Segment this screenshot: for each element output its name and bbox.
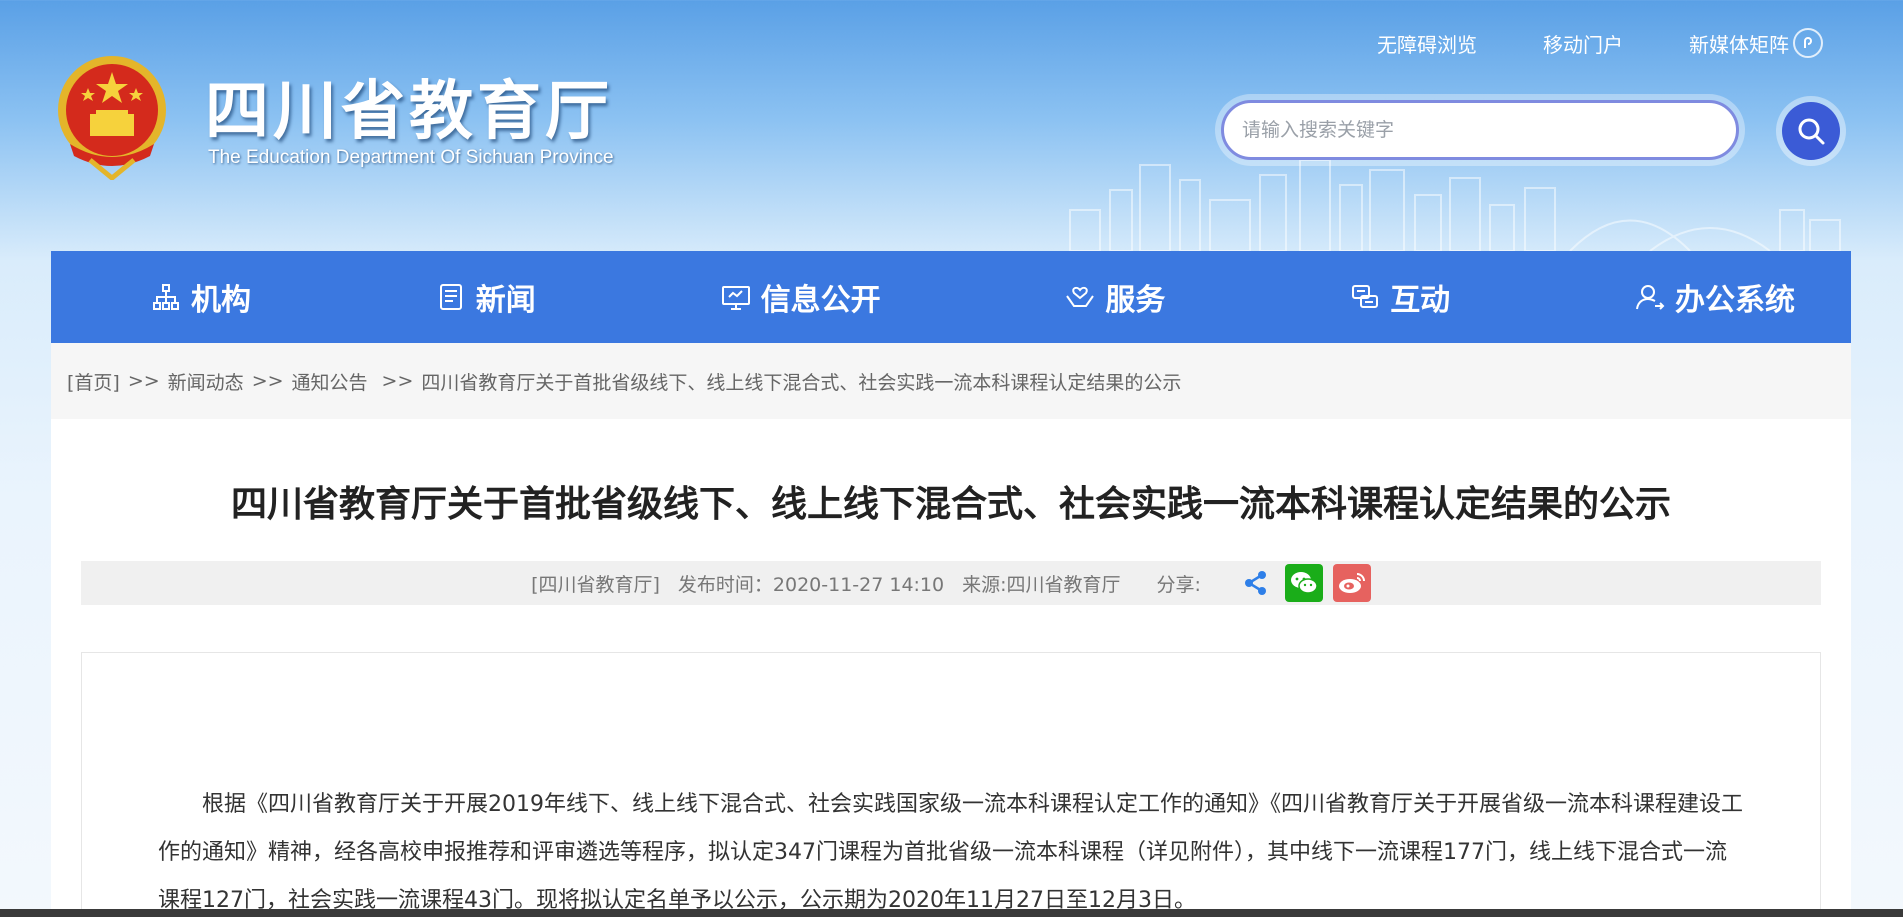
nav-item-label: 信息公开 bbox=[760, 283, 881, 318]
meta-source: 来源:四川省教育厅 bbox=[962, 573, 1121, 596]
content-panel: [首页] >> 新闻动态 >> 通知公告 >> 四川省教育厅关于首批省级线下、线… bbox=[51, 343, 1851, 917]
top-links: 无障碍浏览 移动门户 新媒体矩阵 bbox=[1377, 28, 1823, 58]
national-emblem-logo bbox=[58, 56, 166, 180]
nav-item-institutions[interactable]: 机构 bbox=[151, 275, 251, 319]
nav-item-office-system[interactable]: 办公系统 bbox=[1635, 275, 1795, 319]
window-bottom-edge bbox=[0, 909, 1903, 917]
meta-publish-time: 发布时间：2020-11-27 14:10 bbox=[677, 573, 945, 596]
breadcrumb-home[interactable]: [首页] bbox=[67, 368, 120, 395]
new-media-label: 新媒体矩阵 bbox=[1689, 32, 1789, 57]
new-media-link[interactable]: 新媒体矩阵 bbox=[1689, 28, 1823, 58]
search-button[interactable] bbox=[1776, 96, 1846, 166]
chat-icon bbox=[1352, 285, 1379, 308]
share-button[interactable] bbox=[1237, 564, 1275, 602]
search-input[interactable] bbox=[1221, 100, 1739, 160]
main-nav: 机构 新闻 信息公开 服务 互动 办公系统 bbox=[51, 251, 1851, 343]
meta-department: [四川省教育厅] bbox=[531, 573, 660, 596]
hands-icon bbox=[1066, 286, 1095, 307]
search-button-inner bbox=[1782, 102, 1840, 160]
share-icons bbox=[1237, 564, 1371, 602]
nav-item-services[interactable]: 服务 bbox=[1065, 275, 1165, 319]
nav-item-label: 新闻 bbox=[475, 283, 536, 318]
search-box bbox=[1215, 94, 1745, 166]
nav-item-label: 机构 bbox=[191, 283, 251, 318]
monitor-icon bbox=[721, 286, 750, 310]
nav-item-info-disclosure[interactable]: 信息公开 bbox=[721, 275, 881, 319]
site-title: 四川省教育厅 bbox=[205, 75, 613, 149]
mobile-portal-link[interactable]: 移动门户 bbox=[1543, 29, 1623, 58]
nav-item-label: 服务 bbox=[1105, 283, 1166, 318]
wechat-icon bbox=[1290, 572, 1318, 594]
nav-item-label: 互动 bbox=[1390, 283, 1451, 318]
breadcrumb: [首页] >> 新闻动态 >> 通知公告 >> 四川省教育厅关于首批省级线下、线… bbox=[51, 343, 1851, 419]
search-icon bbox=[1798, 118, 1825, 145]
breadcrumb-news[interactable]: 新闻动态 bbox=[168, 368, 244, 395]
breadcrumb-notices[interactable]: 通知公告 bbox=[292, 368, 368, 395]
org-chart-icon bbox=[153, 284, 179, 310]
breadcrumb-separator: >> bbox=[251, 370, 284, 392]
user-office-icon bbox=[1635, 285, 1665, 310]
article-meta: [四川省教育厅] 发布时间：2020-11-27 14:10 来源:四川省教育厅… bbox=[81, 561, 1821, 605]
breadcrumb-separator: >> bbox=[127, 370, 160, 392]
share-icon bbox=[1244, 571, 1266, 595]
article-paragraph: 根据《四川省教育厅关于开展2019年线下、线上线下混合式、社会实践国家级一流本科… bbox=[158, 792, 1743, 913]
weibo-icon bbox=[1338, 573, 1365, 593]
nav-item-label: 办公系统 bbox=[1674, 283, 1795, 318]
site-header: 四川省教育厅 The Education Department Of Sichu… bbox=[0, 0, 1903, 251]
site-subtitle: The Education Department Of Sichuan Prov… bbox=[208, 147, 614, 168]
accessibility-link[interactable]: 无障碍浏览 bbox=[1377, 29, 1477, 58]
news-icon bbox=[439, 284, 462, 310]
weibo-share-button[interactable] bbox=[1332, 564, 1371, 602]
wechat-share-button[interactable] bbox=[1284, 564, 1323, 602]
nav-item-interaction[interactable]: 互动 bbox=[1350, 275, 1450, 319]
breadcrumb-current[interactable]: 四川省教育厅关于首批省级线下、线上线下混合式、社会实践一流本科课程认定结果的公示 bbox=[421, 368, 1181, 395]
nav-item-news[interactable]: 新闻 bbox=[436, 275, 536, 319]
media-icon bbox=[1793, 28, 1823, 58]
article-title: 四川省教育厅关于首批省级线下、线上线下混合式、社会实践一流本科课程认定结果的公示 bbox=[230, 484, 1671, 525]
article-body: 根据《四川省教育厅关于开展2019年线下、线上线下混合式、社会实践国家级一流本科… bbox=[81, 652, 1821, 917]
meta-share-label: 分享: bbox=[1156, 573, 1201, 596]
breadcrumb-separator: >> bbox=[381, 370, 414, 392]
